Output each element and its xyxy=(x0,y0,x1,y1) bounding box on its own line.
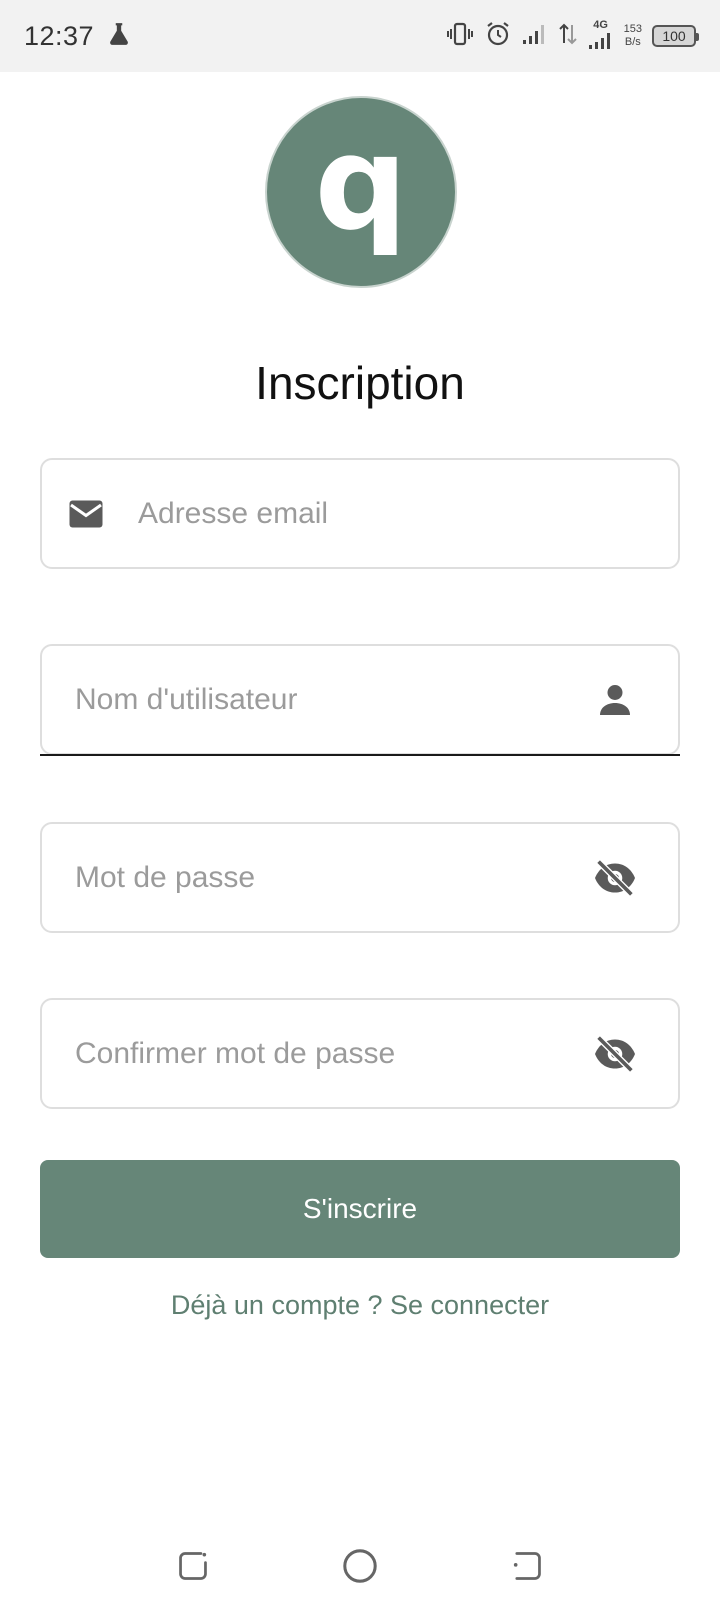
confirm-password-input[interactable] xyxy=(75,1000,592,1107)
logo-letter: q xyxy=(314,107,408,259)
eye-off-icon[interactable] xyxy=(592,855,638,901)
status-left: 12:37 xyxy=(24,21,132,52)
system-nav-bar xyxy=(0,1520,720,1612)
email-input[interactable] xyxy=(138,460,678,567)
confirm-password-field[interactable] xyxy=(40,998,680,1109)
signal-icon xyxy=(522,22,548,51)
battery-icon: 100 xyxy=(652,25,699,47)
alarm-icon xyxy=(484,20,512,53)
username-field[interactable] xyxy=(40,644,680,756)
app-logo: q xyxy=(265,96,457,288)
net-speed-value: 153 xyxy=(623,23,642,35)
person-icon xyxy=(592,677,638,723)
vibrate-icon xyxy=(446,21,474,52)
status-right: 4G 153 B/s 100 xyxy=(446,19,699,54)
battery-level: 100 xyxy=(662,28,686,44)
signup-button[interactable]: S'inscrire xyxy=(40,1160,680,1258)
net-speed-unit: B/s xyxy=(624,36,641,48)
back-nav-icon[interactable] xyxy=(502,1541,552,1591)
data-transfer-icon xyxy=(558,21,578,52)
login-link[interactable]: Déjà un compte ? Se connecter xyxy=(0,1290,720,1321)
network-type-group: 4G xyxy=(588,19,614,54)
net-speed: 153 B/s xyxy=(624,23,642,49)
signal-4g-icon xyxy=(588,32,614,54)
lab-flask-icon xyxy=(106,21,132,52)
page-title: Inscription xyxy=(255,357,465,409)
recents-nav-icon[interactable] xyxy=(168,1541,218,1591)
password-field[interactable] xyxy=(40,822,680,933)
eye-off-icon[interactable] xyxy=(592,1031,638,1077)
status-bar: 12:37 4G 153 B/s 100 xyxy=(0,0,720,72)
mail-icon xyxy=(68,495,106,533)
network-type: 4G xyxy=(593,18,608,31)
username-input[interactable] xyxy=(75,646,592,753)
email-field[interactable] xyxy=(40,458,680,569)
password-input[interactable] xyxy=(75,824,592,931)
status-time: 12:37 xyxy=(24,20,95,51)
home-nav-icon[interactable] xyxy=(335,1541,385,1591)
